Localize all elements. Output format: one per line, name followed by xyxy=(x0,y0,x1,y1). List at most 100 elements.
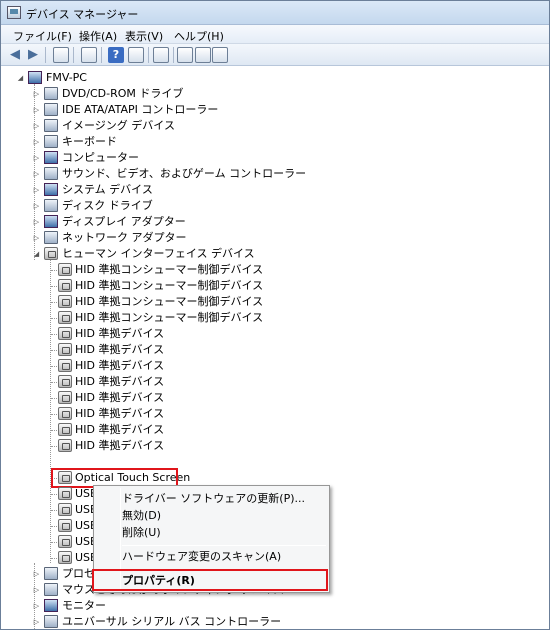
update-driver-icon[interactable] xyxy=(177,47,193,63)
expand-icon[interactable]: ▷ xyxy=(32,183,41,197)
processor-icon xyxy=(44,567,58,580)
context-menu-disable[interactable]: 無効(D) xyxy=(122,508,161,524)
hid-device-icon xyxy=(58,359,72,372)
console-tree-icon[interactable] xyxy=(53,47,69,63)
hid-device-icon xyxy=(58,391,72,404)
expand-icon[interactable]: ▷ xyxy=(32,119,41,133)
hid-device-icon xyxy=(58,503,72,516)
keyboard-icon xyxy=(44,135,58,148)
expand-icon[interactable]: ▷ xyxy=(32,167,41,181)
tree-category-label: ディスプレイ アダプター xyxy=(62,215,186,228)
tree-device-label: HID 準拠コンシューマー制御デバイス xyxy=(75,263,264,276)
tree-connector-line xyxy=(50,259,51,563)
tree-device-label: HID 準拠コンシューマー制御デバイス xyxy=(75,295,264,308)
window-title: デバイス マネージャー xyxy=(26,8,139,21)
toolbar: ◀ ▶ ? xyxy=(1,44,549,66)
context-menu-update-driver[interactable]: ドライバー ソフトウェアの更新(P)... xyxy=(122,491,305,507)
menu-help[interactable]: ヘルプ(H) xyxy=(174,28,224,44)
tree-root-label: FMV-PC xyxy=(46,71,87,84)
tree-device-label: HID 準拠デバイス xyxy=(75,359,165,372)
tree-device-label: HID 準拠デバイス xyxy=(75,375,165,388)
context-menu-uninstall[interactable]: 削除(U) xyxy=(122,525,161,541)
hid-device-icon xyxy=(58,311,72,324)
hid-device-icon xyxy=(58,487,72,500)
sound-device-icon xyxy=(44,167,58,180)
properties-highlight xyxy=(92,569,328,591)
expand-icon[interactable]: ▷ xyxy=(32,231,41,245)
tree-category-label: ネットワーク アダプター xyxy=(62,231,187,244)
scan-hardware-icon[interactable] xyxy=(153,47,169,63)
uninstall-device-icon[interactable] xyxy=(195,47,211,63)
tree-device-label: HID 準拠デバイス xyxy=(75,391,165,404)
context-menu-separator xyxy=(122,545,326,546)
hid-device-icon xyxy=(58,407,72,420)
tree-device-label: HID 準拠デバイス xyxy=(75,423,165,436)
tree-category-label: サウンド、ビデオ、およびゲーム コントローラー xyxy=(62,167,307,180)
network-adapter-icon xyxy=(44,231,58,244)
hid-device-icon xyxy=(58,551,72,564)
expand-icon[interactable]: ▷ xyxy=(32,199,41,213)
expand-icon[interactable]: ▷ xyxy=(32,615,41,629)
help-icon[interactable]: ? xyxy=(108,47,124,63)
expand-icon[interactable]: ▷ xyxy=(32,135,41,149)
monitor-icon xyxy=(44,599,58,612)
hid-device-icon xyxy=(58,263,72,276)
disk-drive-icon xyxy=(44,199,58,212)
toolbar-separator xyxy=(45,47,46,63)
system-device-icon xyxy=(44,183,58,196)
tree-device-label: HID 準拠デバイス xyxy=(75,407,165,420)
toolbar-separator xyxy=(148,47,149,63)
expand-icon[interactable]: ▷ xyxy=(32,583,41,597)
computer-icon xyxy=(44,151,58,164)
hid-device-icon xyxy=(58,279,72,292)
hid-device-icon xyxy=(58,375,72,388)
hid-device-icon xyxy=(58,295,72,308)
tree-category-label: イメージング デバイス xyxy=(62,119,175,132)
back-arrow-icon[interactable]: ◀ xyxy=(7,47,23,63)
context-menu-scan-hardware[interactable]: ハードウェア変更のスキャン(A) xyxy=(122,549,281,565)
expand-icon[interactable]: ▷ xyxy=(32,215,41,229)
expand-icon[interactable]: ▷ xyxy=(32,87,41,101)
menu-bar: ファイル(F) 操作(A) 表示(V) ヘルプ(H) xyxy=(1,25,549,44)
ide-controller-icon xyxy=(44,103,58,116)
menu-view[interactable]: 表示(V) xyxy=(125,28,163,44)
disable-device-icon[interactable] xyxy=(212,47,228,63)
tree-device-label: HID 準拠コンシューマー制御デバイス xyxy=(75,279,264,292)
device-tree[interactable]: ◢ FMV-PC ▷ DVD/CD-ROM ドライブ ▷ IDE ATA/ATA… xyxy=(1,67,549,629)
computer-icon xyxy=(28,71,42,84)
hid-device-icon xyxy=(58,519,72,532)
collapse-icon[interactable]: ◢ xyxy=(32,247,41,261)
properties-icon[interactable] xyxy=(81,47,97,63)
expand-icon[interactable]: ▷ xyxy=(32,599,41,613)
expand-icon[interactable]: ▷ xyxy=(32,567,41,581)
expand-icon[interactable]: ▷ xyxy=(32,103,41,117)
title-bar: デバイス マネージャー xyxy=(1,1,549,25)
tree-category-label: コンピューター xyxy=(62,151,139,164)
tree-category-label: DVD/CD-ROM ドライブ xyxy=(62,87,184,100)
menu-action[interactable]: 操作(A) xyxy=(79,28,117,44)
tree-device-label: HID 準拠デバイス xyxy=(75,343,165,356)
dvd-drive-icon xyxy=(44,87,58,100)
toolbar-separator xyxy=(73,47,74,63)
device-manager-window: デバイス マネージャー ファイル(F) 操作(A) 表示(V) ヘルプ(H) ◀… xyxy=(0,0,550,630)
usb-controller-icon xyxy=(44,615,58,628)
hid-device-icon xyxy=(58,439,72,452)
hid-device-icon xyxy=(58,535,72,548)
details-icon[interactable] xyxy=(128,47,144,63)
collapse-icon[interactable]: ◢ xyxy=(16,71,25,85)
mouse-icon xyxy=(44,583,58,596)
device-manager-icon xyxy=(7,6,21,19)
hid-device-icon xyxy=(44,247,58,260)
tree-category-label: ヒューマン インターフェイス デバイス xyxy=(62,247,255,260)
expand-icon[interactable]: ▷ xyxy=(32,151,41,165)
tree-category-label: モニター xyxy=(62,599,106,612)
forward-arrow-icon[interactable]: ▶ xyxy=(25,47,41,63)
imaging-device-icon xyxy=(44,119,58,132)
tree-category-label: キーボード xyxy=(62,135,117,148)
tree-device-label: HID 準拠コンシューマー制御デバイス xyxy=(75,311,264,324)
hid-device-icon xyxy=(58,343,72,356)
tree-category-label: ディスク ドライブ xyxy=(62,199,153,212)
menu-file[interactable]: ファイル(F) xyxy=(13,28,72,44)
tree-category-label: IDE ATA/ATAPI コントローラー xyxy=(62,103,219,116)
toolbar-separator xyxy=(101,47,102,63)
